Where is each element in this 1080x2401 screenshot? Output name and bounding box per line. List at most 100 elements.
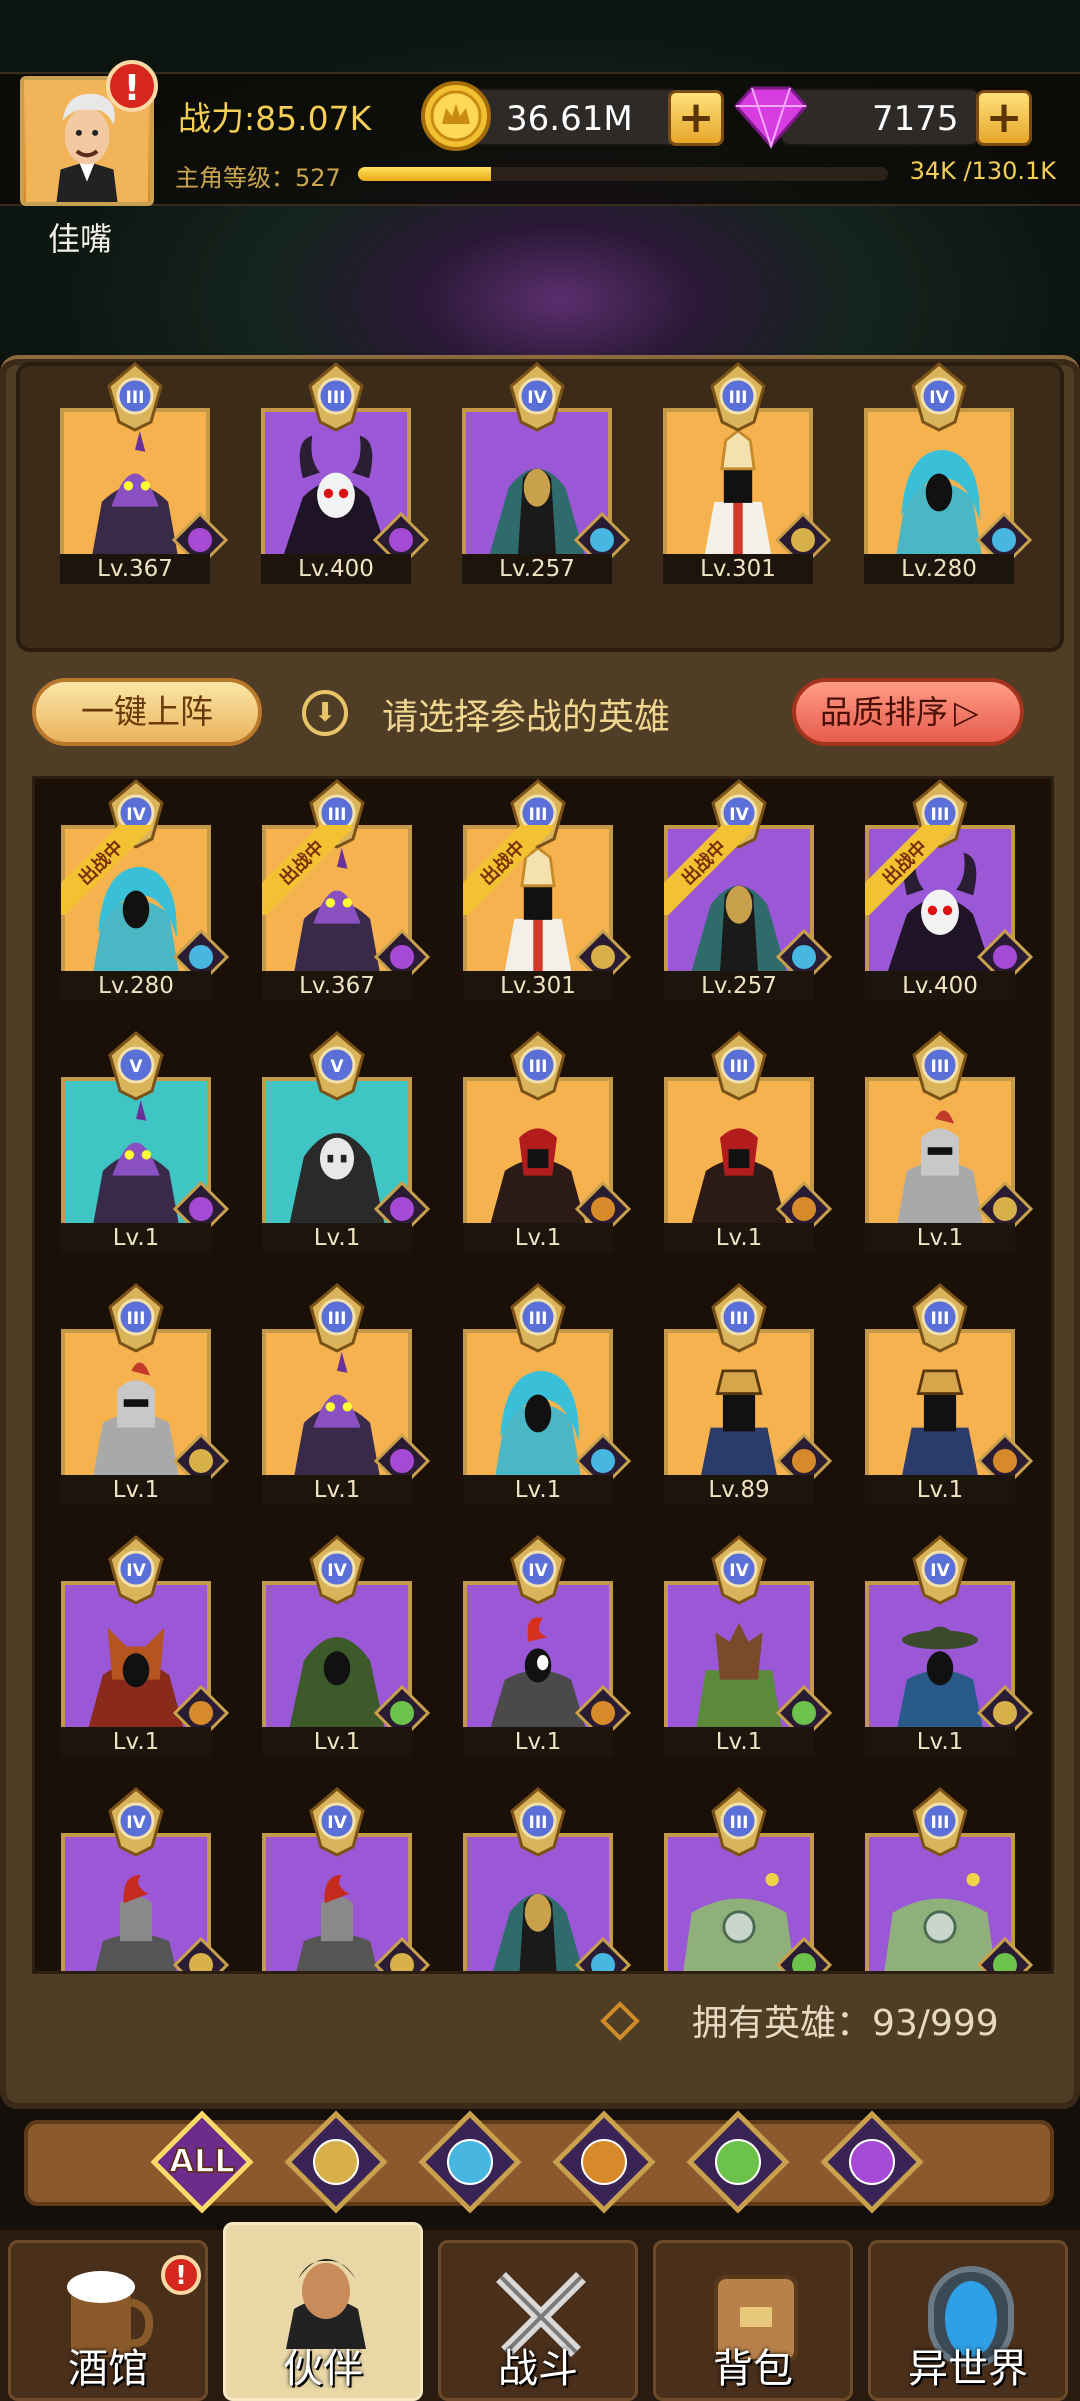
gold-coin-icon	[421, 81, 491, 151]
xp-bar	[358, 167, 888, 181]
svg-text:IV: IV	[527, 388, 547, 408]
hero-level: Lv.1	[262, 1475, 412, 1505]
svg-text:IV: IV	[327, 1813, 347, 1833]
filter-nature-button[interactable]	[686, 2110, 790, 2214]
svg-text:IV: IV	[528, 1561, 548, 1581]
xp-text: 34K /130.1K	[909, 157, 1056, 185]
hero-level: Lv.367	[262, 971, 412, 1001]
player-alert-badge: !	[106, 60, 158, 112]
nav-tab[interactable]: 伙伴	[223, 2222, 423, 2401]
rank-badge-icon: III	[306, 362, 366, 432]
owned-heroes-count: 拥有英雄：93/999	[692, 2003, 999, 2044]
rank-badge-icon: III	[508, 1283, 568, 1353]
rank-badge-icon: IV	[507, 362, 567, 432]
svg-text:III: III	[327, 388, 346, 408]
hero-level: Lv.257	[664, 971, 814, 1001]
nav-tab-label: 背包	[713, 2346, 793, 2392]
svg-text:III: III	[328, 1309, 347, 1329]
combat-power: 战力:85.07K	[178, 99, 372, 138]
svg-text:III: III	[328, 805, 347, 825]
rank-badge-icon: III	[307, 779, 367, 849]
hero-level: Lv.1	[61, 1223, 211, 1253]
rank-badge-icon: IV	[709, 779, 769, 849]
filter-all-button[interactable]: ALL	[150, 2110, 254, 2214]
svg-text:III: III	[931, 805, 950, 825]
nav-tab[interactable]: 酒馆!	[8, 2240, 208, 2401]
hero-level: Lv.1	[61, 1727, 211, 1757]
hero-level: Lv.89	[664, 1475, 814, 1505]
rank-badge-icon: V	[106, 1031, 166, 1101]
hero-level: Lv.1	[865, 1475, 1015, 1505]
rank-badge-icon: IV	[909, 362, 969, 432]
hero-level: Lv.301	[663, 554, 813, 584]
svg-text:IV: IV	[126, 1813, 146, 1833]
svg-text:III: III	[529, 805, 548, 825]
filter-elf-button[interactable]	[418, 2110, 522, 2214]
svg-text:III: III	[729, 388, 748, 408]
hero-level: Lv.1	[664, 1223, 814, 1253]
svg-text:III: III	[529, 1057, 548, 1077]
svg-text:IV: IV	[729, 1561, 749, 1581]
rank-badge-icon: III	[709, 1787, 769, 1857]
hero-level: Lv.1	[262, 1727, 412, 1757]
rank-badge-icon: IV	[106, 1535, 166, 1605]
svg-text:IV: IV	[929, 388, 949, 408]
nav-alert-badge: !	[161, 2255, 201, 2295]
select-hero-hint: 请选择参战的英雄	[382, 697, 671, 738]
hero-level: Lv.1	[262, 1223, 412, 1253]
hero-level: Lv.257	[462, 554, 612, 584]
filter-beast-button[interactable]	[552, 2110, 656, 2214]
nav-tab[interactable]: 背包	[653, 2240, 853, 2401]
elf-class-icon	[574, 1936, 632, 1971]
add-gems-button[interactable]: +	[976, 90, 1032, 146]
hero-level: Lv.280	[61, 971, 211, 1001]
rank-badge-icon: IV	[709, 1535, 769, 1605]
svg-text:III: III	[529, 1309, 548, 1329]
hero-roster-grid[interactable]: IV Lv.280 出战中 III Lv.367 出战中 III Lv.301 出战中…	[32, 776, 1054, 1974]
svg-text:IV: IV	[126, 805, 146, 825]
rank-badge-icon: III	[106, 1283, 166, 1353]
nav-tab-label: 伙伴	[283, 2346, 363, 2392]
hero-level: Lv.1	[865, 1223, 1015, 1253]
hero-level: Lv.1	[463, 1475, 613, 1505]
svg-text:III: III	[127, 1309, 146, 1329]
nav-tab[interactable]: 战斗	[438, 2240, 638, 2401]
add-gold-button[interactable]: +	[668, 90, 724, 146]
nav-tab-label: 战斗	[498, 2346, 578, 2392]
hero-level: Lv.400	[865, 971, 1015, 1001]
hero-level: Lv.301	[463, 971, 613, 1001]
hero-level: Lv.280	[864, 554, 1014, 584]
svg-text:IV: IV	[729, 805, 749, 825]
rank-badge-icon: IV	[307, 1787, 367, 1857]
xp-bar-fill	[358, 167, 491, 181]
rank-badge-icon: III	[508, 1787, 568, 1857]
hero-level: Lv.1	[865, 1727, 1015, 1757]
rank-badge-icon: III	[910, 1283, 970, 1353]
hero-level: Lv.1	[463, 1223, 613, 1253]
hero-level: Lv.400	[261, 554, 411, 584]
rank-badge-icon: III	[910, 1787, 970, 1857]
nav-tab-label: 酒馆	[68, 2346, 148, 2392]
nature-class-icon	[775, 1936, 833, 1971]
svg-text:IV: IV	[327, 1561, 347, 1581]
filter-human-button[interactable]	[284, 2110, 388, 2214]
sort-by-quality-label: 品质排序	[820, 693, 949, 731]
svg-text:III: III	[931, 1057, 950, 1077]
nav-tab[interactable]: 异世界	[868, 2240, 1068, 2401]
rank-badge-icon: III	[708, 362, 768, 432]
svg-text:IV: IV	[126, 1561, 146, 1581]
one-click-deploy-button[interactable]: 一键上阵	[32, 678, 262, 746]
player-name: 佳嘴	[48, 220, 113, 258]
filter-demon-button[interactable]	[820, 2110, 924, 2214]
sort-by-quality-button[interactable]: 品质排序 ▷	[792, 678, 1024, 746]
svg-text:V: V	[129, 1057, 143, 1077]
nature-class-icon	[976, 1936, 1034, 1971]
hero-level: Lv.367	[60, 554, 210, 584]
svg-text:III: III	[529, 1813, 548, 1833]
play-arrow-icon: ▷	[954, 693, 979, 731]
svg-text:III: III	[931, 1813, 950, 1833]
svg-text:V: V	[330, 1057, 344, 1077]
hero-level: Lv.1	[61, 1475, 211, 1505]
rank-badge-icon: III	[105, 362, 165, 432]
rank-badge-icon: III	[307, 1283, 367, 1353]
